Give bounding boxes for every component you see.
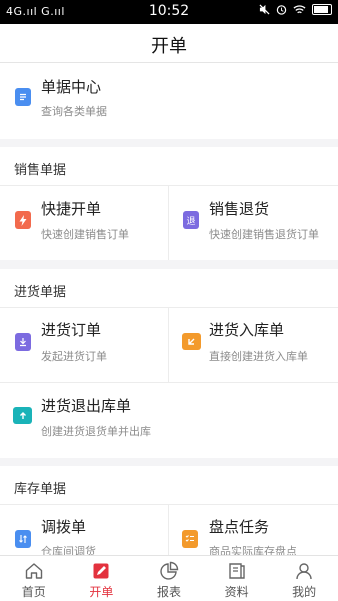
pie-chart-icon: [160, 561, 179, 580]
purchase-order-subtitle: 发起进货订单: [41, 350, 107, 363]
sales-return-button[interactable]: 退 销售退货 快速创建销售退货订单: [169, 186, 338, 260]
section-header-inventory: 库存单据: [0, 466, 338, 505]
user-icon: [296, 563, 312, 580]
document-center-subtitle: 查询各类单据: [41, 105, 107, 118]
transfer-order-subtitle: 仓库间调货: [41, 545, 96, 555]
box-out-icon: [13, 407, 32, 424]
quick-order-title: 快捷开单: [41, 200, 102, 218]
return-icon-glyph: 退: [186, 216, 196, 227]
purchase-order-button[interactable]: 进货订单 发起进货订单: [0, 308, 168, 382]
bolt-icon: [15, 211, 31, 229]
tab-label: 开单: [89, 585, 114, 599]
stocktake-task-button[interactable]: 盘点任务 商品实际库存盘点: [169, 505, 338, 555]
section-label: 销售单据: [14, 163, 67, 178]
sales-return-subtitle: 快速创建销售退货订单: [209, 228, 319, 241]
transfer-order-title: 调拨单: [41, 518, 87, 536]
purchase-order-title: 进货订单: [41, 321, 102, 339]
mute-icon: [259, 4, 270, 15]
checklist-icon: [182, 530, 198, 548]
return-icon: 退: [183, 211, 199, 229]
tab-label: 首页: [21, 585, 46, 599]
section-label: 进货单据: [14, 285, 67, 300]
page-title: 开单: [151, 36, 187, 57]
battery-icon: [312, 4, 332, 15]
sales-grid: 快捷开单 快速创建销售订单 退 销售退货 快速创建销售退货订单: [0, 186, 338, 260]
stocktake-task-title: 盘点任务: [209, 518, 270, 536]
purchase-return-out-title: 进货退出库单: [41, 397, 132, 415]
purchase-grid: 进货订单 发起进货订单 进货入库单 直接创建进货入库单 进货退出库单 创建进货退…: [0, 308, 338, 458]
pen-icon: [93, 563, 109, 579]
purchase-inbound-button[interactable]: 进货入库单 直接创建进货入库单: [169, 308, 338, 382]
tab-label: 我的: [292, 585, 317, 599]
tab-label: 报表: [156, 585, 181, 599]
document-center-title: 单据中心: [41, 78, 102, 96]
bottom-tab-bar: 首页 开单 报表 资料 我的: [0, 555, 338, 601]
wifi-icon: [293, 5, 306, 14]
box-in-icon: [182, 333, 201, 350]
section-header-purchase: 进货单据: [0, 269, 338, 308]
quick-order-button[interactable]: 快捷开单 快速创建销售订单: [0, 186, 168, 260]
inventory-grid: 调拨单 仓库间调货 盘点任务 商品实际库存盘点: [0, 505, 338, 555]
document-icon: [15, 88, 31, 106]
section-header-sales: 销售单据: [0, 147, 338, 186]
book-icon: [228, 563, 245, 579]
tab-profile[interactable]: 我的: [270, 556, 338, 601]
quick-order-subtitle: 快速创建销售订单: [41, 228, 129, 241]
transfer-icon: [15, 530, 31, 548]
sales-return-title: 销售退货: [209, 200, 270, 218]
tab-create-order[interactable]: 开单: [68, 556, 136, 601]
alarm-icon: [276, 5, 287, 15]
purchase-inbound-subtitle: 直接创建进货入库单: [209, 350, 308, 363]
stocktake-task-subtitle: 商品实际库存盘点: [209, 545, 297, 555]
tab-reports[interactable]: 报表: [135, 556, 203, 601]
document-center-card[interactable]: 单据中心 查询各类单据: [0, 63, 338, 139]
transfer-order-button[interactable]: 调拨单 仓库间调货: [0, 505, 168, 555]
tab-data[interactable]: 资料: [203, 556, 271, 601]
purchase-return-out-button[interactable]: 进货退出库单 创建进货退货单并出库: [0, 383, 338, 458]
purchase-inbound-title: 进货入库单: [209, 321, 285, 339]
section-label: 库存单据: [14, 482, 67, 497]
status-icons: [259, 4, 332, 15]
status-bar: 4G.ııl G.ııl 10:52: [0, 0, 338, 24]
home-icon: [25, 563, 42, 579]
purchase-return-out-subtitle: 创建进货退货单并出库: [41, 425, 151, 438]
download-icon: [15, 333, 31, 351]
tab-home[interactable]: 首页: [0, 556, 68, 601]
tab-label: 资料: [224, 585, 249, 599]
title-bar: 开单: [0, 24, 338, 63]
